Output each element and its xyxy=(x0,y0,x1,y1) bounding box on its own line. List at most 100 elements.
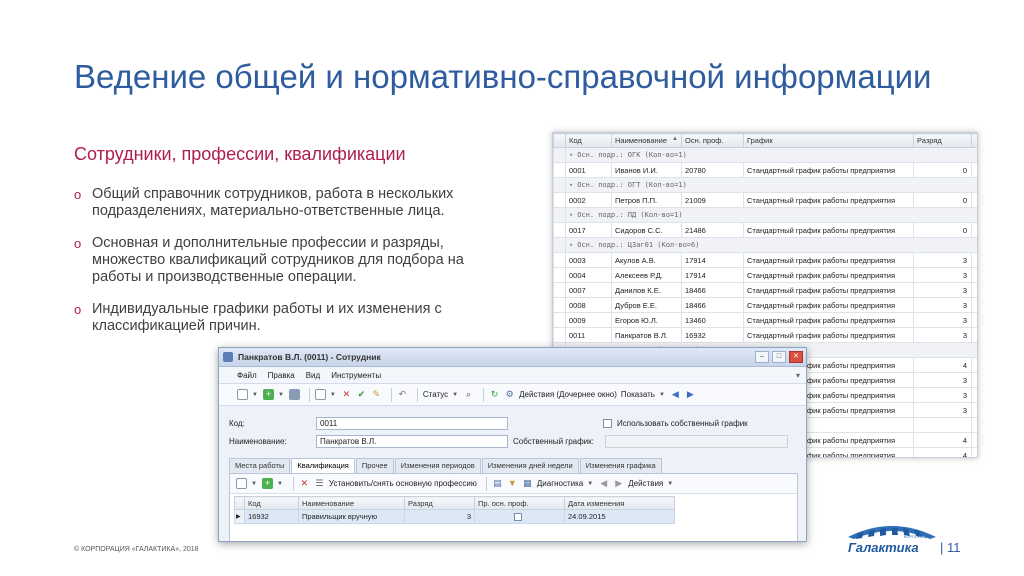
cell-grade[interactable]: 3 xyxy=(913,282,972,298)
tab-schedule-changes[interactable]: Изменения графика xyxy=(579,458,662,473)
cell-prof[interactable]: 21486 xyxy=(681,222,744,238)
cell-schedule[interactable]: Стандартный график работы предприятия xyxy=(743,312,914,328)
minimize-button[interactable]: – xyxy=(755,351,769,363)
cell-name[interactable]: Егоров Ю.Л. xyxy=(611,312,682,328)
column-header-grade[interactable]: Разряд xyxy=(404,496,475,510)
nav-back-icon[interactable]: ◀ xyxy=(670,389,681,400)
cell-name[interactable]: Панкратов В.Л. xyxy=(611,327,682,343)
new-document-icon[interactable] xyxy=(236,478,247,489)
cell-grade[interactable]: 3 xyxy=(913,372,972,388)
group-row[interactable]: ▾ Осн. подр.: ЦЗаг01 (Кол-во=6) xyxy=(553,237,977,253)
cell-schedule[interactable]: Стандартный график работы предприятия xyxy=(743,192,914,208)
cell-prof[interactable]: 17914 xyxy=(681,267,744,283)
cell-schedule[interactable]: Стандартный график работы предприятия xyxy=(743,327,914,343)
cell-grade[interactable]: 3 xyxy=(913,252,972,268)
cell-grade[interactable]: 4 xyxy=(913,432,972,448)
cell-name[interactable]: Данилов К.Е. xyxy=(611,282,682,298)
find-icon[interactable]: ⌕ xyxy=(463,389,474,400)
column-header-code[interactable]: Код xyxy=(244,496,299,510)
expand-icon[interactable]: ▾ xyxy=(569,241,573,249)
add-green-icon[interactable]: + xyxy=(261,478,273,489)
edit-icon[interactable]: ✎ xyxy=(371,389,382,400)
use-own-schedule-checkbox[interactable] xyxy=(603,419,612,428)
tab-period-changes[interactable]: Изменения периодов xyxy=(394,458,481,473)
expand-icon[interactable]: ▾ xyxy=(569,181,573,189)
cell-name[interactable]: Сидоров С.С. xyxy=(611,222,682,238)
show-dropdown-icon[interactable]: ▼ xyxy=(659,392,665,398)
column-header-main-prof[interactable]: Пр. осн. проф. xyxy=(474,496,565,510)
cell-code[interactable]: 0008 xyxy=(565,297,612,313)
undo-icon[interactable]: ↶ xyxy=(397,389,408,400)
close-button[interactable]: ✕ xyxy=(789,351,803,363)
add-dropdown-icon[interactable]: ▼ xyxy=(277,481,283,487)
column-header-prof[interactable]: Осн. проф. xyxy=(681,133,744,148)
group-label[interactable]: ▾ Осн. подр.: ЦЗаг01 (Кол-во=6) xyxy=(565,237,977,253)
new-dropdown-icon[interactable]: ▼ xyxy=(251,481,257,487)
cell-prof[interactable]: 18466 xyxy=(681,297,744,313)
print-icon[interactable]: ▦ xyxy=(522,478,533,489)
column-header-name[interactable]: Наименование ▲ xyxy=(611,133,682,148)
settings-icon[interactable]: ⚙ xyxy=(504,389,515,400)
column-header-name[interactable]: Наименование xyxy=(298,496,405,510)
filter-icon[interactable]: ▼ xyxy=(507,478,518,489)
cell-grade[interactable]: 0 xyxy=(913,192,972,208)
cell-schedule[interactable]: Стандартный график работы предприятия xyxy=(743,282,914,298)
group-row[interactable]: ▾ Осн. подр.: ПД (Кол-во=1) xyxy=(553,207,977,223)
cell-code[interactable]: 0002 xyxy=(565,192,612,208)
status-menu[interactable]: Статус xyxy=(423,390,448,399)
export-icon[interactable]: ▤ xyxy=(492,478,503,489)
cell-grade[interactable]: 0 xyxy=(913,162,972,178)
delete-icon[interactable]: ✕ xyxy=(299,478,310,489)
cell-schedule[interactable]: Стандартный график работы предприятия xyxy=(743,252,914,268)
new-document-icon[interactable] xyxy=(237,389,248,400)
cell-code[interactable]: 0003 xyxy=(565,252,612,268)
cell-grade[interactable]: 3 xyxy=(913,402,972,418)
cell-code[interactable]: 0004 xyxy=(565,267,612,283)
cell-prof[interactable]: 18466 xyxy=(681,282,744,298)
table-row[interactable]: 0001 Иванов И.И. 20780 Стандартный график р… xyxy=(553,162,977,178)
nav-forward-icon[interactable]: ▶ xyxy=(685,389,696,400)
table-row[interactable]: 0004 Алексеев Р.Д. 17914 Стандартный график… xyxy=(553,267,977,283)
cell-code[interactable]: 16932 xyxy=(244,509,299,524)
menu-file[interactable]: Файл xyxy=(237,371,257,380)
show-menu[interactable]: Показать xyxy=(621,390,655,399)
cell-name[interactable]: Алексеев Р.Д. xyxy=(611,267,682,283)
table-row[interactable]: 0008 Дубров Е.Е. 18466 Стандартный график р… xyxy=(553,297,977,313)
expand-icon[interactable]: ▾ xyxy=(569,211,573,219)
cell-grade[interactable] xyxy=(913,417,972,433)
set-main-profession-button[interactable]: Установить/снять основную профессию xyxy=(329,479,477,488)
delete-icon[interactable]: ✕ xyxy=(341,389,352,400)
table-row[interactable]: 0003 Акулов А.В. 17914 Стандартный график р… xyxy=(553,252,977,268)
tab-other[interactable]: Прочее xyxy=(355,458,394,473)
cell-grade[interactable]: 4 xyxy=(913,357,972,373)
cell-prof[interactable]: 16932 xyxy=(681,327,744,343)
cell-name[interactable]: Правильщик вручную xyxy=(298,509,405,524)
save-icon[interactable] xyxy=(288,389,300,400)
header-indicator[interactable] xyxy=(553,133,566,148)
cell-change-date[interactable]: 24.09.2015 xyxy=(564,509,675,524)
cell-prof[interactable]: 13460 xyxy=(681,312,744,328)
cell-schedule[interactable]: Стандартный график работы предприятия xyxy=(743,162,914,178)
cell-grade[interactable]: 3 xyxy=(913,387,972,403)
cell-code[interactable]: 0001 xyxy=(565,162,612,178)
cell-grade[interactable]: 3 xyxy=(913,327,972,343)
nav-forward-icon[interactable]: ▶ xyxy=(613,478,624,489)
column-header-schedule[interactable]: График xyxy=(743,133,914,148)
table-row[interactable]: 0002 Петров П.П. 21009 Стандартный график р… xyxy=(553,192,977,208)
tab-qualification[interactable]: Квалификация xyxy=(291,458,355,473)
table-row[interactable]: 0009 Егоров Ю.Л. 13460 Стандартный график р… xyxy=(553,312,977,328)
cell-code[interactable]: 0017 xyxy=(565,222,612,238)
diagnostics-dropdown-icon[interactable]: ▼ xyxy=(587,481,593,487)
column-header-code[interactable]: Код xyxy=(565,133,612,148)
cell-name[interactable]: Акулов А.В. xyxy=(611,252,682,268)
table-row[interactable]: 0017 Сидоров С.С. 21486 Стандартный график … xyxy=(553,222,977,238)
cell-prof[interactable]: 17914 xyxy=(681,252,744,268)
window-titlebar[interactable]: Панкратов В.Л. (0011) - Сотрудник – □ ✕ xyxy=(219,348,806,367)
list-icon[interactable]: ☰ xyxy=(314,478,325,489)
cell-grade[interactable]: 3 xyxy=(404,509,475,524)
group-row[interactable]: ▾ Осн. подр.: ОГК (Кол-во=1) xyxy=(553,147,977,163)
cell-schedule[interactable]: Стандартный график работы предприятия xyxy=(743,222,914,238)
cell-grade[interactable]: 3 xyxy=(913,267,972,283)
refresh-icon[interactable]: ↻ xyxy=(489,389,500,400)
actions-menu[interactable]: Действия xyxy=(628,479,663,488)
